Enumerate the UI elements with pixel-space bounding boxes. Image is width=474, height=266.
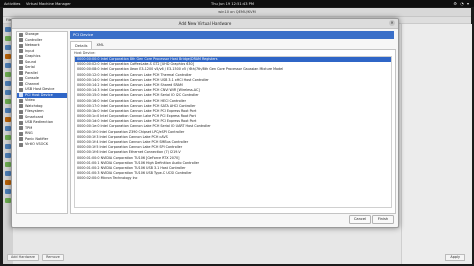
- apply-button[interactable]: Apply: [445, 254, 465, 261]
- disk-icon: [19, 32, 23, 37]
- tab-details[interactable]: Details: [70, 41, 93, 49]
- watchdog-icon: [19, 104, 23, 109]
- console-icon: [19, 76, 23, 81]
- hardware-actions: Add Hardware Remove: [7, 254, 66, 261]
- activities-button[interactable]: Activities: [4, 2, 20, 6]
- cancel-button[interactable]: Cancel: [349, 215, 371, 224]
- hardware-category-list: Storage Controller Network Input Graphics Sou…: [16, 31, 68, 214]
- close-icon[interactable]: ✕: [389, 20, 395, 26]
- details-tab-body: Host Device: 0000:00:00:0 Intel Corporat…: [70, 49, 396, 214]
- finish-button[interactable]: Finish: [372, 215, 394, 224]
- mouse-icon: [19, 49, 23, 54]
- parallel-icon: [19, 71, 23, 76]
- host-device-list[interactable]: 0000:00:00:0 Intel Corporation 8th Gen C…: [74, 56, 392, 208]
- add-hardware-dialog: Add New Virtual Hardware ✕ Storage Contro…: [11, 18, 399, 228]
- tab-bar: Details XML: [70, 41, 394, 49]
- category-item[interactable]: VirtIO VSOCK: [17, 142, 67, 148]
- serial-icon: [19, 65, 23, 70]
- usb-icon: [19, 87, 23, 92]
- window-title: win10 on QEMU/KVM: [3, 8, 471, 17]
- details-panel: [401, 24, 472, 264]
- remove-button[interactable]: Remove: [42, 254, 64, 261]
- system-top-bar: Activities Virtual Machine Manager Thu J…: [0, 0, 474, 7]
- smartcard-icon: [19, 115, 23, 120]
- usb-icon: [19, 120, 23, 125]
- tab-xml[interactable]: XML: [92, 41, 108, 49]
- tpm-icon: [19, 126, 23, 131]
- pane-header: PCI Device: [70, 31, 394, 39]
- network-icon: [19, 43, 23, 48]
- vsock-icon: [19, 142, 23, 147]
- pci-icon: [19, 93, 23, 98]
- device-pane: PCI Device Details XML Host Device: 0000…: [70, 31, 396, 214]
- controller-icon: [19, 38, 23, 43]
- video-icon: [19, 98, 23, 103]
- speaker-icon: [19, 60, 23, 65]
- panic-icon: [19, 137, 23, 142]
- channel-icon: [19, 82, 23, 87]
- device-row[interactable]: 0000:02:00:0 Micron Technology Inc: [75, 176, 391, 181]
- rng-icon: [19, 131, 23, 136]
- host-device-label: Host Device:: [74, 51, 96, 55]
- system-tray-icons[interactable]: ⚙ ◔ ▾: [453, 1, 470, 6]
- folder-icon: [19, 109, 23, 114]
- dialog-title-bar: Add New Virtual Hardware ✕: [12, 19, 398, 29]
- category-label: VirtIO VSOCK: [25, 142, 49, 146]
- clock[interactable]: Thu Jun 19 12:51:43 PM: [211, 2, 254, 6]
- dialog-title: Add New Virtual Hardware: [178, 21, 232, 26]
- monitor-icon: [19, 54, 23, 59]
- add-hardware-button[interactable]: Add Hardware: [7, 254, 40, 261]
- app-menu[interactable]: Virtual Machine Manager: [26, 2, 71, 6]
